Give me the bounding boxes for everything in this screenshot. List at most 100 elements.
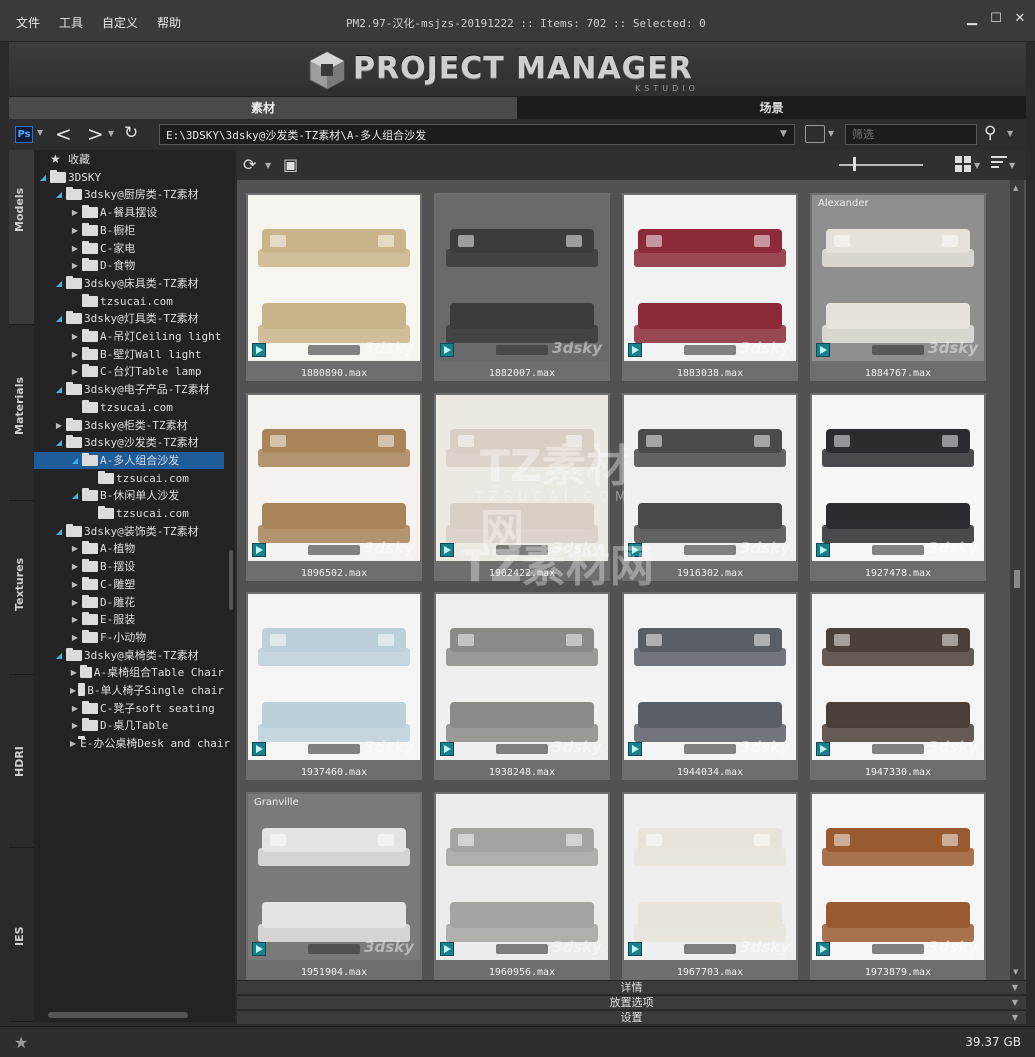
tree-item[interactable]: ▶ F-小动物 bbox=[34, 629, 224, 646]
collapse-arrow-icon[interactable]: ▶ bbox=[70, 576, 80, 593]
model-box-icon[interactable]: ▣ bbox=[283, 155, 305, 175]
tree-item[interactable]: ▶ C-家电 bbox=[34, 240, 224, 257]
asset-thumbnail[interactable]: 3dsky 1947330.max bbox=[810, 592, 986, 780]
thumbnail-size-slider[interactable] bbox=[839, 164, 923, 166]
expand-arrow-icon[interactable]: ◢ bbox=[70, 487, 80, 504]
grid-view-icon[interactable] bbox=[955, 156, 971, 172]
back-icon[interactable]: < bbox=[55, 122, 72, 146]
expand-arrow-icon[interactable]: ◢ bbox=[54, 381, 64, 398]
asset-thumbnail[interactable]: 3dsky 1896502.max bbox=[246, 393, 422, 581]
scroll-up-icon[interactable]: ▲ bbox=[1013, 184, 1018, 192]
section-placement-options[interactable]: 放置选项 ▼ bbox=[237, 995, 1026, 1009]
tree-item[interactable]: ▶ 3dsky@柜类-TZ素材 bbox=[34, 417, 224, 434]
tree-item[interactable]: ▶ D-桌几Table bbox=[34, 717, 224, 734]
tab-materials[interactable]: Materials bbox=[9, 325, 34, 501]
sort-icon[interactable] bbox=[991, 156, 1007, 172]
tree-item[interactable]: ◢ 3DSKY bbox=[34, 169, 224, 186]
tree-item[interactable]: ▶ C-台灯Table lamp bbox=[34, 363, 224, 380]
chevron-down-icon[interactable]: ▼ bbox=[37, 128, 43, 137]
asset-thumbnail[interactable]: 3dsky 1938248.max bbox=[434, 592, 610, 780]
tree-item[interactable]: tzsucai.com bbox=[34, 399, 224, 416]
asset-thumbnail[interactable]: 3dsky 1883038.max bbox=[622, 193, 798, 381]
collapse-arrow-icon[interactable]: ▶ bbox=[70, 346, 80, 363]
asset-thumbnail[interactable]: Alexander 3dsky 1884767.max bbox=[810, 193, 986, 381]
filter-input[interactable] bbox=[845, 124, 977, 145]
tree-item[interactable]: ◢ 3dsky@床具类-TZ素材 bbox=[34, 275, 224, 292]
tree-item[interactable]: tzsucai.com bbox=[34, 293, 224, 310]
asset-thumbnail[interactable]: 3dsky 1944034.max bbox=[622, 592, 798, 780]
tree-item[interactable]: ▶ C-凳子soft seating bbox=[34, 700, 224, 717]
asset-thumbnail[interactable]: 3dsky 1937460.max bbox=[246, 592, 422, 780]
refresh-icon[interactable]: ↻ bbox=[124, 123, 138, 143]
asset-thumbnail[interactable]: 3dsky 1916302.max bbox=[622, 393, 798, 581]
tree-item[interactable]: ▶ D-食物 bbox=[34, 257, 224, 274]
tab-hdri[interactable]: HDRI bbox=[9, 675, 34, 848]
tab-assets[interactable]: 素材 bbox=[9, 97, 517, 119]
tree-item[interactable]: ▶ A-植物 bbox=[34, 540, 224, 557]
asset-thumbnail[interactable]: 3dsky 1967703.max bbox=[622, 792, 798, 980]
expand-arrow-icon[interactable]: ◢ bbox=[54, 275, 64, 292]
chevron-down-icon[interactable]: ▼ bbox=[265, 161, 271, 170]
collapse-arrow-icon[interactable]: ▶ bbox=[70, 594, 80, 611]
tree-item[interactable]: ◢ A-多人组合沙发 bbox=[34, 451, 224, 469]
chevron-down-icon[interactable]: ▼ bbox=[828, 129, 834, 138]
expand-arrow-icon[interactable]: ◢ bbox=[54, 434, 64, 451]
close-icon[interactable]: ✕ bbox=[1013, 12, 1027, 26]
collapse-arrow-icon[interactable]: ▶ bbox=[70, 204, 80, 221]
menu-file[interactable]: 文件 bbox=[16, 14, 40, 31]
scroll-down-icon[interactable]: ▼ bbox=[1013, 968, 1018, 976]
asset-thumbnail[interactable]: 3dsky 1973879.max bbox=[810, 792, 986, 980]
expand-arrow-icon[interactable]: ◢ bbox=[54, 523, 64, 540]
tree-item[interactable]: ▶ E-办公桌椅Desk and chair bbox=[34, 735, 230, 752]
minimize-icon[interactable]: ▁ bbox=[965, 12, 979, 26]
tree-scrollbar[interactable] bbox=[229, 550, 233, 610]
tab-scene[interactable]: 场景 bbox=[517, 97, 1026, 119]
collapse-arrow-icon[interactable]: ▶ bbox=[70, 629, 80, 646]
chevron-down-icon[interactable]: ▼ bbox=[974, 161, 980, 170]
chevron-down-icon[interactable]: ▼ bbox=[1007, 129, 1013, 138]
collapse-arrow-icon[interactable]: ▶ bbox=[70, 558, 80, 575]
collapse-arrow-icon[interactable]: ▶ bbox=[70, 700, 80, 717]
menu-help[interactable]: 帮助 bbox=[157, 14, 181, 31]
asset-thumbnail[interactable]: 3dsky 1927478.max bbox=[810, 393, 986, 581]
maximize-icon[interactable]: ☐ bbox=[989, 12, 1003, 26]
tree-item[interactable]: ▶ A-桌椅组合Table Chair bbox=[34, 664, 224, 681]
checklist-icon[interactable] bbox=[805, 125, 825, 143]
tree-item[interactable]: ◢ 3dsky@桌椅类-TZ素材 bbox=[34, 647, 224, 664]
tree-item[interactable]: ◢ 3dsky@厨房类-TZ素材 bbox=[34, 186, 224, 203]
section-details[interactable]: 详情 ▼ bbox=[237, 980, 1026, 994]
chevron-down-icon[interactable]: ▼ bbox=[108, 129, 114, 138]
tree-horizontal-scrollbar[interactable] bbox=[48, 1012, 188, 1018]
collapse-arrow-icon[interactable]: ▶ bbox=[70, 735, 76, 752]
collapse-arrow-icon[interactable]: ▶ bbox=[70, 257, 80, 274]
chevron-down-icon[interactable]: ▼ bbox=[780, 129, 787, 139]
search-icon[interactable]: ⚲ bbox=[984, 123, 996, 143]
tree-item[interactable]: ★ 收藏 bbox=[34, 151, 224, 168]
tree-item[interactable]: ▶ C-雕塑 bbox=[34, 576, 224, 593]
asset-thumbnail[interactable]: 3dsky 1902422.max bbox=[434, 393, 610, 581]
sync-icon[interactable]: ⟳ bbox=[243, 155, 265, 175]
asset-thumbnail[interactable]: 3dsky 1882007.max bbox=[434, 193, 610, 381]
tree-item[interactable]: ◢ 3dsky@电子产品-TZ素材 bbox=[34, 381, 224, 398]
menu-customize[interactable]: 自定义 bbox=[102, 14, 138, 31]
collapse-arrow-icon[interactable]: ▶ bbox=[70, 540, 80, 557]
section-settings[interactable]: 设置 ▼ bbox=[237, 1010, 1026, 1024]
asset-thumbnail[interactable]: 3dsky 1960956.max bbox=[434, 792, 610, 980]
collapse-arrow-icon[interactable]: ▶ bbox=[54, 417, 64, 434]
tree-item[interactable]: ◢ B-休闲单人沙发 bbox=[34, 487, 224, 504]
tree-item[interactable]: ▶ E-服装 bbox=[34, 611, 224, 628]
collapse-arrow-icon[interactable]: ▶ bbox=[70, 611, 80, 628]
expand-arrow-icon[interactable]: ◢ bbox=[54, 647, 64, 664]
tree-item[interactable]: ▶ B-单人椅子Single chair bbox=[34, 682, 224, 699]
chevron-down-icon[interactable]: ▼ bbox=[1009, 161, 1015, 170]
tree-item[interactable]: tzsucai.com bbox=[34, 505, 224, 522]
asset-thumbnail[interactable]: Granville 3dsky 1951904.max bbox=[246, 792, 422, 980]
tree-item[interactable]: ◢ 3dsky@装饰类-TZ素材 bbox=[34, 523, 224, 540]
collapse-arrow-icon[interactable]: ▶ bbox=[70, 222, 80, 239]
menu-tools[interactable]: 工具 bbox=[59, 14, 83, 31]
scrollbar-thumb[interactable] bbox=[1014, 570, 1020, 588]
collapse-arrow-icon[interactable]: ▶ bbox=[70, 664, 78, 681]
content-scrollbar[interactable]: ▲ ▼ bbox=[1010, 180, 1024, 980]
collapse-arrow-icon[interactable]: ▶ bbox=[70, 717, 80, 734]
photoshop-icon[interactable]: Ps bbox=[15, 126, 33, 143]
